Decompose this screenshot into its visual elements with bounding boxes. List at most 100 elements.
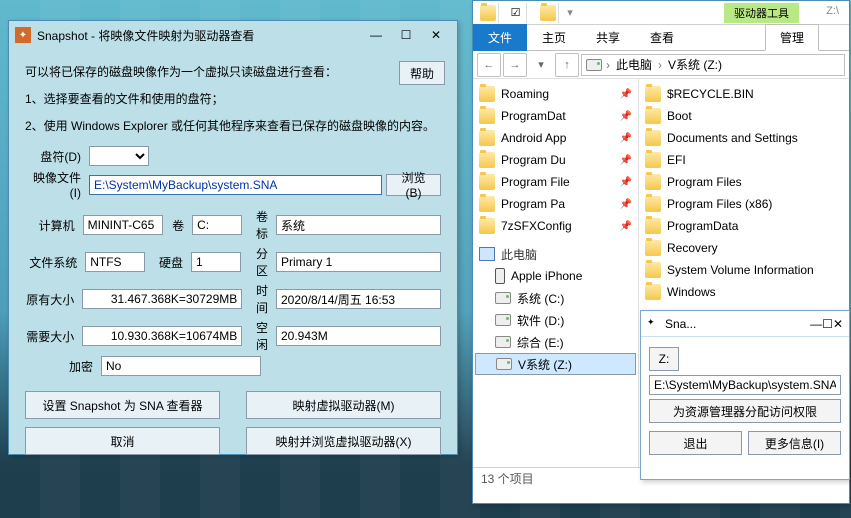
tab-view[interactable]: 查看 (635, 24, 689, 51)
drive-tools-header: 驱动器工具 (724, 3, 799, 23)
tab-file[interactable]: 文件 (473, 24, 527, 51)
partition-value (276, 252, 441, 272)
sna-mini-window: ✦ Sna... — ☐ ✕ Z: 为资源管理器分配访问权限 退出 更多信息(I… (640, 310, 850, 480)
ribbon-tabs: 文件 主页 共享 查看 管理 (473, 25, 849, 51)
folder-icon (645, 174, 661, 190)
up-button[interactable]: ↑ (555, 53, 579, 77)
drive-icon (496, 358, 512, 370)
folder-item[interactable]: Program Files (x86) (641, 193, 847, 215)
folder-item[interactable]: EFI (641, 149, 847, 171)
browse-button[interactable]: 浏览(B) (386, 174, 441, 196)
window-title: Sna... (661, 317, 810, 331)
folder-icon (645, 130, 661, 146)
map-browse-button[interactable]: 映射并浏览虚拟驱动器(X) (246, 427, 441, 455)
maximize-button[interactable]: ☐ (822, 317, 833, 331)
folder-icon (479, 152, 495, 168)
folder-item[interactable]: System Volume Information (641, 259, 847, 281)
imagefile-label: 映像文件(I) (25, 169, 85, 200)
help-button[interactable]: 帮助 (399, 61, 445, 85)
folder-item[interactable]: Recovery (641, 237, 847, 259)
folder-item[interactable]: ProgramData (641, 215, 847, 237)
history-dropdown-icon[interactable]: ▾ (529, 53, 553, 77)
quick-access-item[interactable]: Program File📌 (475, 171, 636, 193)
maximize-button[interactable]: ☐ (391, 25, 421, 45)
breadcrumb[interactable]: › 此电脑 › V系统 (Z:) (581, 54, 845, 76)
folder-icon (645, 284, 661, 300)
folder-icon (645, 108, 661, 124)
volume-label: 卷 (167, 217, 189, 234)
pin-icon: 📌 (620, 221, 632, 232)
qat-dropdown-icon[interactable]: ▾ (559, 3, 581, 23)
map-drive-button[interactable]: 映射虚拟驱动器(M) (246, 391, 441, 419)
quick-access-item[interactable]: Roaming📌 (475, 83, 636, 105)
close-button[interactable]: ✕ (833, 317, 843, 331)
time-value (276, 289, 441, 309)
minimize-button[interactable]: — (810, 317, 822, 331)
exit-button[interactable]: 退出 (649, 431, 742, 455)
folder-icon[interactable] (477, 3, 499, 23)
tab-home[interactable]: 主页 (527, 24, 581, 51)
tab-manage[interactable]: 管理 (765, 24, 819, 51)
drive-icon (495, 314, 511, 326)
folder-item[interactable]: Windows (641, 281, 847, 303)
pc-icon (479, 247, 495, 261)
reqsize-label: 需要大小 (25, 328, 78, 345)
open-folder-icon[interactable] (537, 3, 559, 23)
nav-drive-item[interactable]: Apple iPhone (475, 265, 636, 287)
quick-access-item[interactable]: Android App📌 (475, 127, 636, 149)
this-pc-header[interactable]: 此电脑 (475, 243, 636, 265)
quick-access-item[interactable]: 7zSFXConfig📌 (475, 215, 636, 237)
drive-letter-select[interactable] (89, 146, 149, 166)
encrypt-value (101, 356, 261, 376)
quick-access-item[interactable]: Program Du📌 (475, 149, 636, 171)
filesystem-value (85, 252, 145, 272)
back-button[interactable]: ← (477, 53, 501, 77)
nav-drive-item[interactable]: 软件 (D:) (475, 309, 636, 331)
item-label: Program Pa (501, 197, 565, 211)
nav-drive-item[interactable]: 系统 (C:) (475, 287, 636, 309)
item-label: EFI (667, 153, 686, 167)
minimize-button[interactable]: — (361, 25, 391, 45)
close-button[interactable]: ✕ (421, 25, 451, 45)
quick-access-item[interactable]: Program Pa📌 (475, 193, 636, 215)
nav-drive-item[interactable]: V系统 (Z:) (475, 353, 636, 375)
folder-icon (479, 218, 495, 234)
item-label: Android App (501, 131, 566, 145)
grant-permission-button[interactable]: 为资源管理器分配访问权限 (649, 399, 841, 423)
address-bar: ← → ▾ ↑ › 此电脑 › V系统 (Z:) (473, 51, 849, 79)
more-info-button[interactable]: 更多信息(I) (748, 431, 841, 455)
item-count: 13 个项目 (481, 470, 534, 487)
drive-icon (586, 59, 602, 71)
cancel-button[interactable]: 取消 (25, 427, 220, 455)
item-label: Program Files (x86) (667, 197, 772, 211)
folder-icon (645, 196, 661, 212)
tab-share[interactable]: 共享 (581, 24, 635, 51)
intro-text: 可以将已保存的磁盘映像作为一个虚拟只读磁盘进行查看： (25, 63, 441, 80)
drive-icon (495, 336, 511, 348)
drive-button[interactable]: Z: (649, 347, 679, 371)
set-viewer-button[interactable]: 设置 Snapshot 为 SNA 查看器 (25, 391, 220, 419)
item-label: ProgramDat (501, 109, 566, 123)
crumb-pc[interactable]: 此电脑 (614, 56, 654, 73)
titlebar[interactable]: ✦ Snapshot - 将映像文件映射为驱动器查看 — ☐ ✕ (9, 21, 457, 49)
volume-value (192, 215, 242, 235)
folder-item[interactable]: Boot (641, 105, 847, 127)
origsize-label: 原有大小 (25, 291, 78, 308)
folder-item[interactable]: $RECYCLE.BIN (641, 83, 847, 105)
item-label: $RECYCLE.BIN (667, 87, 754, 101)
drive-icon (495, 292, 511, 304)
quick-access-item[interactable]: ProgramDat📌 (475, 105, 636, 127)
titlebar[interactable]: ✦ Sna... — ☐ ✕ (641, 311, 849, 337)
folder-item[interactable]: Program Files (641, 171, 847, 193)
computer-value (83, 215, 163, 235)
nav-drive-item[interactable]: 综合 (E:) (475, 331, 636, 353)
properties-icon[interactable]: ☑ (505, 3, 527, 23)
item-label: Boot (667, 109, 692, 123)
time-label: 时间 (246, 282, 272, 316)
folder-icon (645, 86, 661, 102)
imagefile-input[interactable] (89, 175, 382, 195)
forward-button[interactable]: → (503, 53, 527, 77)
crumb-drive[interactable]: V系统 (Z:) (666, 56, 724, 73)
folder-item[interactable]: Documents and Settings (641, 127, 847, 149)
pin-icon: 📌 (620, 155, 632, 166)
